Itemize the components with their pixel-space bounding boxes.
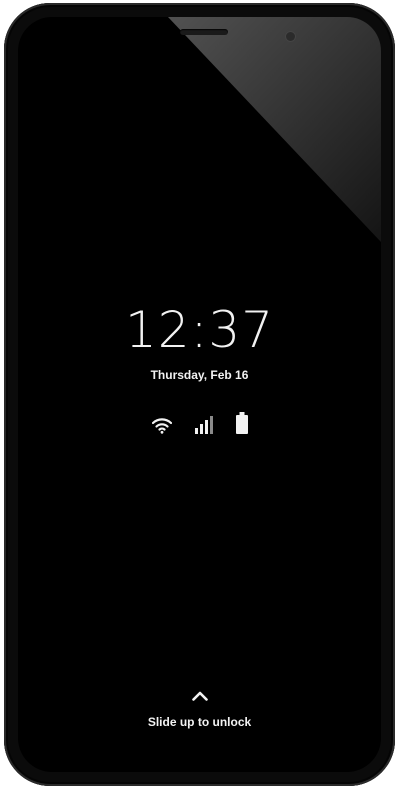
lock-screen[interactable] [18, 17, 381, 772]
unlock-hint[interactable]: Slide up to unlock [0, 715, 399, 729]
cellular-signal-icon [194, 416, 214, 439]
wifi-icon [151, 416, 172, 439]
lock-clock: 12:37 [124, 301, 275, 359]
battery-icon [235, 412, 248, 439]
chevron-up-icon[interactable] [192, 688, 208, 701]
screen-glare [168, 17, 381, 242]
lock-date: Thursday, Feb 16 [150, 368, 249, 382]
phone-device [4, 3, 395, 786]
earpiece-speaker [180, 29, 228, 35]
status-icons [0, 412, 399, 439]
front-camera [286, 32, 295, 41]
